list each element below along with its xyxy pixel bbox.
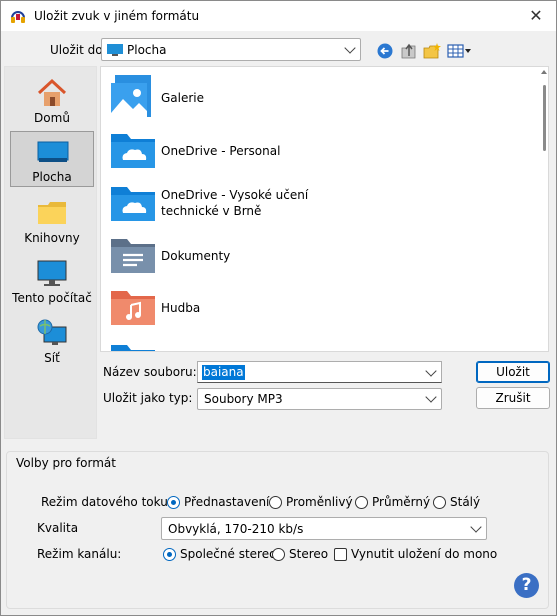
vertical-scrollbar[interactable] [543,85,546,151]
place-this-pc[interactable]: Tento počítač [10,253,94,309]
list-item-hudba[interactable]: Hudba [107,283,527,333]
quality-value: Obvyklá, 170-210 kb/s [168,521,304,536]
bitrate-constant-radio[interactable] [433,496,446,509]
joint-stereo-label[interactable]: Společné stereo [180,547,276,561]
scroll-up-arrow-icon[interactable] [541,70,547,74]
network-icon [37,319,67,345]
back-icon[interactable] [376,42,396,60]
bitrate-variable-radio[interactable] [269,496,282,509]
format-options-title: Volby pro formát [16,456,116,470]
place-label: Knihovny [24,231,80,245]
view-menu-icon[interactable] [446,42,472,60]
force-mono-label[interactable]: Vynutit uložení do mono [351,547,497,561]
filetype-value: Soubory MP3 [204,392,283,406]
save-in-value: Plocha [127,42,167,57]
this-pc-icon [37,260,67,286]
place-libraries[interactable]: Knihovny [10,193,94,249]
save-dialog: Uložit zvuk v jiném formátu ✕ Uložit do:… [0,0,557,616]
window-title: Uložit zvuk v jiném formátu [34,9,200,23]
chevron-down-icon[interactable] [344,41,356,54]
place-label: Síť [44,351,60,365]
bitrate-preset-radio[interactable] [167,496,180,509]
bitrate-variable-label[interactable]: Proměnlivý [286,495,353,509]
stereo-radio[interactable] [272,548,285,561]
up-folder-icon[interactable] [399,42,419,60]
filetype-label: Uložit jako typ: [103,391,193,405]
list-item-dokumenty[interactable]: Dokumenty [107,231,527,281]
list-item-partial[interactable] [107,337,527,351]
quality-select[interactable]: Obvyklá, 170-210 kb/s [161,517,487,540]
bitrate-mode-label: Režim datového toku: [41,495,172,509]
force-mono-checkbox[interactable] [334,548,347,561]
quality-label: Kvalita [37,521,79,535]
place-label: Plocha [32,170,72,184]
music-folder-icon [111,291,155,325]
place-home[interactable]: Domů [10,73,94,129]
cancel-button[interactable]: Zrušit [476,387,550,409]
save-in-combo[interactable]: Plocha [101,38,361,61]
chevron-down-icon[interactable] [425,391,437,403]
bitrate-preset-label[interactable]: Přednastavení [184,495,269,509]
folder-icon [111,345,155,351]
bitrate-average-label[interactable]: Průměrný [372,495,430,509]
file-label: Hudba [161,301,201,315]
documents-folder-icon [111,239,155,273]
save-in-label: Uložit do: [50,43,107,57]
desktop-icon [37,141,69,162]
channel-mode-label: Režim kanálu: [37,547,122,561]
chevron-down-icon[interactable] [470,520,482,533]
joint-stereo-radio[interactable] [163,548,176,561]
help-button[interactable]: ? [514,573,539,598]
home-icon [37,78,67,106]
place-label: Tento počítač [12,291,92,305]
stereo-label[interactable]: Stereo [289,547,328,561]
audacity-headphones-icon [11,11,25,23]
chevron-down-icon[interactable] [425,365,437,377]
bitrate-average-radio[interactable] [355,496,368,509]
file-label-line2: technické v Brně [161,204,262,218]
libraries-icon [38,202,66,224]
desktop-small-icon [107,44,123,56]
save-button[interactable]: Uložit [476,361,550,383]
filetype-select[interactable]: Soubory MP3 [197,388,442,410]
list-item-galerie[interactable]: Galerie [107,73,527,123]
file-label: Dokumenty [161,249,231,263]
file-label-line1: OneDrive - Vysoké učení [161,188,309,202]
place-network[interactable]: Síť [10,313,94,369]
onedrive-folder-icon [111,134,155,168]
filename-value: baiana [202,365,245,380]
file-label: OneDrive - Vysoké učení technické v Brně [161,187,308,219]
close-button[interactable]: ✕ [526,6,546,26]
bitrate-constant-label[interactable]: Stálý [450,495,480,509]
onedrive-folder-icon [111,187,155,221]
list-item-onedrive-personal[interactable]: OneDrive - Personal [107,126,527,176]
places-bar: Domů Plocha Knihovny Tento počítač Síť [4,66,97,439]
filename-input[interactable]: baiana [197,361,442,383]
list-item-onedrive-vut[interactable]: OneDrive - Vysoké učení technické v Brně [107,179,527,229]
title-bar: Uložit zvuk v jiném formátu ✕ [1,1,556,31]
file-list[interactable]: Galerie OneDrive - Personal OneDrive - V… [100,66,549,352]
place-desktop[interactable]: Plocha [10,131,94,187]
new-folder-icon[interactable] [422,42,442,60]
place-label: Domů [34,111,70,125]
gallery-icon [111,75,151,121]
file-label: Galerie [161,91,205,105]
filename-label: Název souboru: [103,365,197,379]
file-label: OneDrive - Personal [161,144,281,158]
